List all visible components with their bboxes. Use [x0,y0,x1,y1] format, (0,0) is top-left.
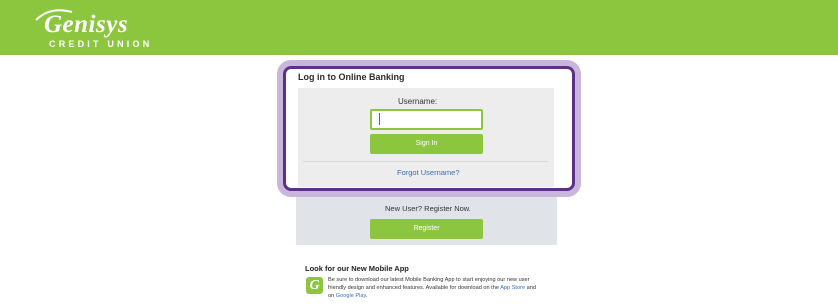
username-label: Username: [398,97,438,106]
mobile-text-end: . [365,293,368,299]
register-button[interactable]: Register [370,219,483,239]
app-store-link[interactable]: App Store [500,285,525,291]
site-header: Genisys CREDIT UNION [0,0,838,55]
username-input[interactable] [370,109,483,130]
genisys-logo[interactable]: Genisys CREDIT UNION [34,9,149,50]
logo-name: Genisys [44,11,129,38]
google-play-link[interactable]: Google Play [336,293,366,299]
app-icon-letter: G [309,278,320,293]
mobile-app-title: Look for our New Mobile App [305,264,409,273]
sign-in-button[interactable]: Sign In [370,134,483,154]
login-divider [303,161,548,162]
new-user-prompt: New User? Register Now. [385,204,471,213]
text-caret [379,113,380,125]
mobile-app-icon: G [306,277,323,294]
forgot-username-link[interactable]: Forgot Username? [397,168,460,178]
logo-subtitle: CREDIT UNION [49,39,153,49]
login-title: Log in to Online Banking [298,72,405,82]
mobile-app-description: Be sure to download our latest Mobile Ba… [328,276,543,300]
